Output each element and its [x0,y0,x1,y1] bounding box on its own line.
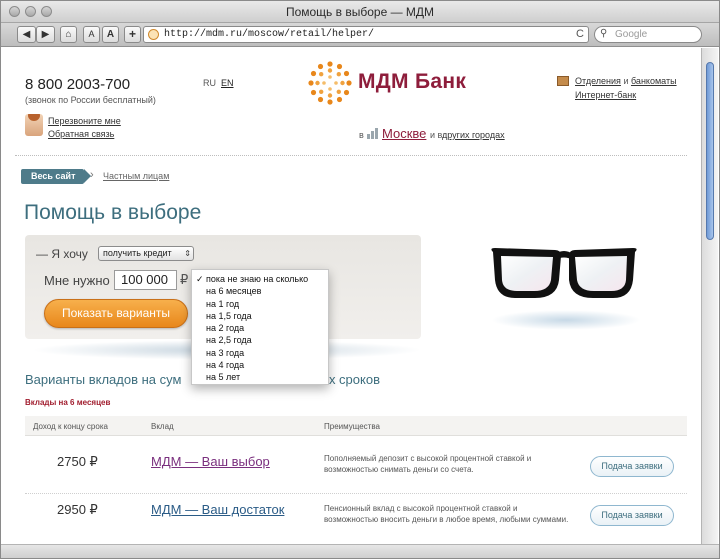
breadcrumb-all-site[interactable]: Весь сайт [21,169,91,184]
want-select-value: получить кредит [103,248,172,258]
back-button[interactable]: ◀ [17,26,36,43]
dropdown-option[interactable]: ✓ пока не знаю на сколько [192,273,328,285]
phone-note: (звонок по России бесплатный) [25,95,156,105]
city-mid-text: и в [430,130,443,140]
table-row: 2950 ₽ МДМ — Ваш достаток Пенсионный вкл… [25,494,687,544]
sunburst-logo-icon[interactable] [307,60,353,106]
internet-bank-link[interactable]: Интернет-банк [575,90,636,100]
forward-button[interactable]: ▶ [36,26,55,43]
th-advantages: Преимущества [324,422,380,431]
glasses-icon [491,248,637,298]
term-dropdown[interactable]: ✓ пока не знаю на сколько на 6 месяцев на… [191,269,329,385]
table-header: Доход к концу срока Вклад Преимущества [25,416,687,436]
breadcrumb-arrow: › [90,169,94,181]
vertical-scrollbar[interactable] [701,48,718,544]
amount-input[interactable]: 100 000 [114,270,177,290]
title-bar: Помощь в выборе — МДМ [1,1,719,23]
dropdown-option[interactable]: на 5 лет [192,371,328,383]
callback-link[interactable]: Перезвоните мне [48,116,121,126]
add-bookmark-button[interactable]: + [124,26,141,43]
and-word: и [623,76,629,86]
th-income: Доход к концу срока [33,422,108,431]
city-prefix: в [359,130,364,140]
magnifier-icon: ⚲ [600,28,608,39]
row-description: Пенсионный вклад с высокой процентной ст… [324,504,569,524]
branches-atms-links: Отделения и банкоматы [575,76,677,86]
show-options-button[interactable]: Показать варианты [44,299,188,328]
table-row: 2750 ₽ МДМ — Ваш выбор Пополняемый депоз… [25,442,687,494]
other-cities-link[interactable]: других городах [442,130,505,140]
dropdown-option[interactable]: на 1 год [192,298,328,310]
row-deposit-link[interactable]: МДМ — Ваш выбор [151,454,270,469]
status-bar [1,544,719,558]
browser-toolbar: ◀ ▶ ⌂ A A + http://mdm.ru/moscow/retail/… [1,23,719,47]
results-title-left: Варианты вкладов на сум [25,372,182,387]
dropdown-option[interactable]: на 1,5 года [192,310,328,322]
dropdown-option[interactable]: на 2,5 года [192,334,328,346]
row-description: Пополняемый депозит с высокой процентной… [324,454,532,474]
text-larger-button[interactable]: A [102,26,119,43]
reload-icon[interactable]: C [576,28,584,40]
address-url: http://mdm.ru/moscow/retail/helper/ [164,29,375,40]
apply-button[interactable]: Подача заявки [590,505,674,526]
address-bar[interactable]: http://mdm.ru/moscow/retail/helper/ C [143,26,589,43]
globe-icon [148,29,159,40]
want-label: — Я хочу [36,247,88,261]
currency-sign: ₽ [180,272,189,287]
dropdown-option[interactable]: на 2 года [192,322,328,334]
dropdown-option[interactable]: на 3 года [192,347,328,359]
want-select[interactable]: получить кредит ⇕ [98,246,194,261]
page-content: 8 800 2003-700 (звонок по России бесплат… [1,48,701,544]
select-arrows-icon: ⇕ [184,249,191,258]
th-deposit: Вклад [151,422,174,431]
phone-number: 8 800 2003-700 [25,76,131,93]
search-field[interactable]: ⚲ Google [594,26,702,43]
feedback-link[interactable]: Обратная связь [48,129,114,139]
results-subtitle: Вклады на 6 месяцев [25,398,111,407]
search-placeholder: Google [615,29,648,40]
breadcrumb-private[interactable]: Частным лицам [103,171,169,181]
logo-text[interactable]: МДМ Банк [358,70,466,94]
atms-link[interactable]: банкоматы [631,76,677,86]
checkmark-icon: ✓ [196,274,204,284]
home-button[interactable]: ⌂ [60,26,77,43]
row-deposit-link[interactable]: МДМ — Ваш достаток [151,502,284,517]
apply-button[interactable]: Подача заявки [590,456,674,477]
branches-icon [557,76,569,86]
scrollbar-thumb[interactable] [706,62,714,240]
page-title: Помощь в выборе [24,201,202,224]
need-label: Мне нужно [44,273,110,288]
dropdown-option[interactable]: на 6 месяцев [192,285,328,297]
branches-link[interactable]: Отделения [575,76,621,86]
dropdown-option[interactable]: на 4 года [192,359,328,371]
glasses-shadow [491,310,641,330]
lang-en-link[interactable]: EN [221,78,234,88]
header-divider [15,155,687,156]
row-income: 2750 ₽ [57,454,98,469]
city-selector-link[interactable]: Москве [382,126,426,141]
row-income: 2950 ₽ [57,502,98,517]
window-title: Помощь в выборе — МДМ [285,5,435,19]
lang-ru: RU [203,78,216,88]
browser-window: Помощь в выборе — МДМ ◀ ▶ ⌂ A A + http:/… [0,0,720,559]
operator-avatar-icon [25,114,43,136]
text-smaller-button[interactable]: A [83,26,100,43]
